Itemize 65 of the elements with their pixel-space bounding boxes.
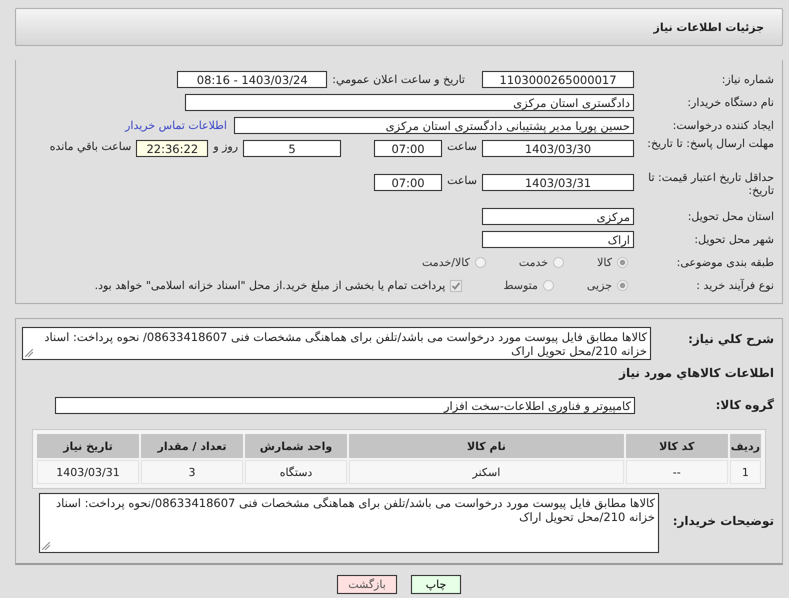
time-label: ساعت: [447, 140, 477, 153]
table-cell: 1403/03/31: [37, 460, 139, 484]
summary-text: کالاها مطابق فایل پیوست مورد درخواست می باشد/تلفن برای هماهنگی مشخصات فنی 08633418607/ نحوه پرداخت: اسناد خزانه 210/محل تحویل اراک: [44, 330, 647, 358]
radio-label: کالا/خدمت: [422, 256, 470, 269]
field-label: شماره نیاز:: [720, 73, 775, 86]
field-label: نام دستگاه خریدار:: [686, 96, 775, 109]
radio-button[interactable]: [617, 280, 628, 291]
radio-button[interactable]: [542, 280, 554, 291]
buyer-notes-text-area[interactable]: کالاها مطابق فایل پیوست مورد درخواست می باشد/تلفن برای هماهنگی مشخصات فنی 08633418607/نحوه پرداخت: اسناد خزانه 210/محل تحویل اراک: [39, 493, 659, 553]
radio-label: خدمت: [518, 256, 548, 269]
radio-label: متوسط: [503, 279, 538, 292]
field-label: استان محل تحویل:: [686, 210, 775, 223]
remaining-label: ساعت باقي مانده: [50, 140, 132, 153]
section-title: اطلاعات کالاهاي مورد نیاز: [618, 366, 774, 380]
field-label: شهر محل تحویل:: [693, 233, 775, 246]
days-field: 5: [243, 140, 342, 157]
field-label: طبقه بندی موضوعی:: [676, 256, 775, 269]
summary-text-area[interactable]: کالاها مطابق فایل پیوست مورد درخواست می باشد/تلفن برای هماهنگی مشخصات فنی 08633418607/ نحوه پرداخت: اسناد خزانه 210/محل تحویل اراک: [22, 327, 651, 360]
radio-button[interactable]: [474, 257, 486, 268]
field-label: تاریخ و ساعت اعلان عمومي:: [332, 73, 465, 86]
radio-button[interactable]: [617, 257, 628, 268]
goods-group-field: کامپیوتر و فناوری اطلاعات-سخت افزار: [55, 397, 635, 414]
print-button[interactable]: چاپ: [411, 575, 461, 594]
field-label: توضیحات خریدار:: [672, 515, 775, 528]
announce-date-field: 1403/03/24 - 08:16: [177, 71, 328, 88]
column-header: تاریخ نیاز: [37, 434, 139, 458]
time-label: ساعت: [447, 174, 477, 187]
field-label: حداقل تاریخ اعتبار قیمت: تا تاریخ:: [647, 171, 775, 197]
field-label: مهلت ارسال پاسخ: تا تاریخ:: [646, 137, 775, 150]
page-title: جزئیات اطلاعات نیاز: [654, 20, 764, 34]
buyer-contact-link[interactable]: اطلاعات تماس خریدار: [125, 119, 227, 132]
table-cell: --: [626, 460, 728, 484]
buyer-org-field: دادگستری استان مرکزی: [185, 94, 634, 111]
field-label: شرح کلي نیاز:: [687, 333, 775, 346]
time-field: 07:00: [374, 140, 442, 157]
radio-button[interactable]: [553, 257, 564, 268]
time-field: 07:00: [374, 174, 442, 191]
days-label: روز و: [213, 140, 238, 153]
city-field: اراک: [482, 231, 634, 248]
back-button[interactable]: بازگشت: [337, 575, 397, 594]
date-field: 1403/03/31: [482, 174, 634, 191]
table-cell: دستگاه: [245, 460, 347, 484]
checkbox-label: پرداخت تمام یا بخشی از مبلغ خرید.از محل "اسناد خزانه اسلامی" خواهد بود.: [94, 279, 446, 292]
column-header: نام کالا: [349, 434, 624, 458]
checkbox[interactable]: [450, 280, 462, 292]
requester-field: حسین پوریا مدیر پشتیبانی دادگستری استان مرکزی: [234, 117, 634, 134]
date-field: 1403/03/30: [482, 140, 634, 157]
need-number-field: 1103000265000017: [482, 71, 634, 88]
province-field: مرکزی: [482, 208, 634, 225]
table-cell: 3: [141, 460, 243, 484]
column-header: ردیف: [730, 434, 761, 458]
field-label: گروه کالا:: [714, 399, 775, 412]
column-header: کد کالا: [626, 434, 728, 458]
field-label: نوع فرآیند خرید :: [695, 279, 775, 292]
column-header: تعداد / مقدار: [141, 434, 243, 458]
remaining-time-field: 22:36:22: [136, 140, 208, 157]
radio-label: کالا: [597, 256, 612, 269]
buyer-notes-text: کالاها مطابق فایل پیوست مورد درخواست می باشد/تلفن برای هماهنگی مشخصات فنی 08633418607/نحوه پرداخت: اسناد خزانه 210/محل تحویل اراک: [56, 496, 655, 524]
field-label: ایجاد کننده درخواست:: [672, 119, 775, 132]
radio-label: جزیی: [586, 279, 612, 292]
resize-grip-icon[interactable]: [42, 542, 50, 550]
table-cell: اسکنر: [349, 460, 624, 484]
column-header: واحد شمارش: [245, 434, 347, 458]
table-cell: 1: [730, 460, 761, 484]
resize-grip-icon[interactable]: [25, 349, 33, 357]
